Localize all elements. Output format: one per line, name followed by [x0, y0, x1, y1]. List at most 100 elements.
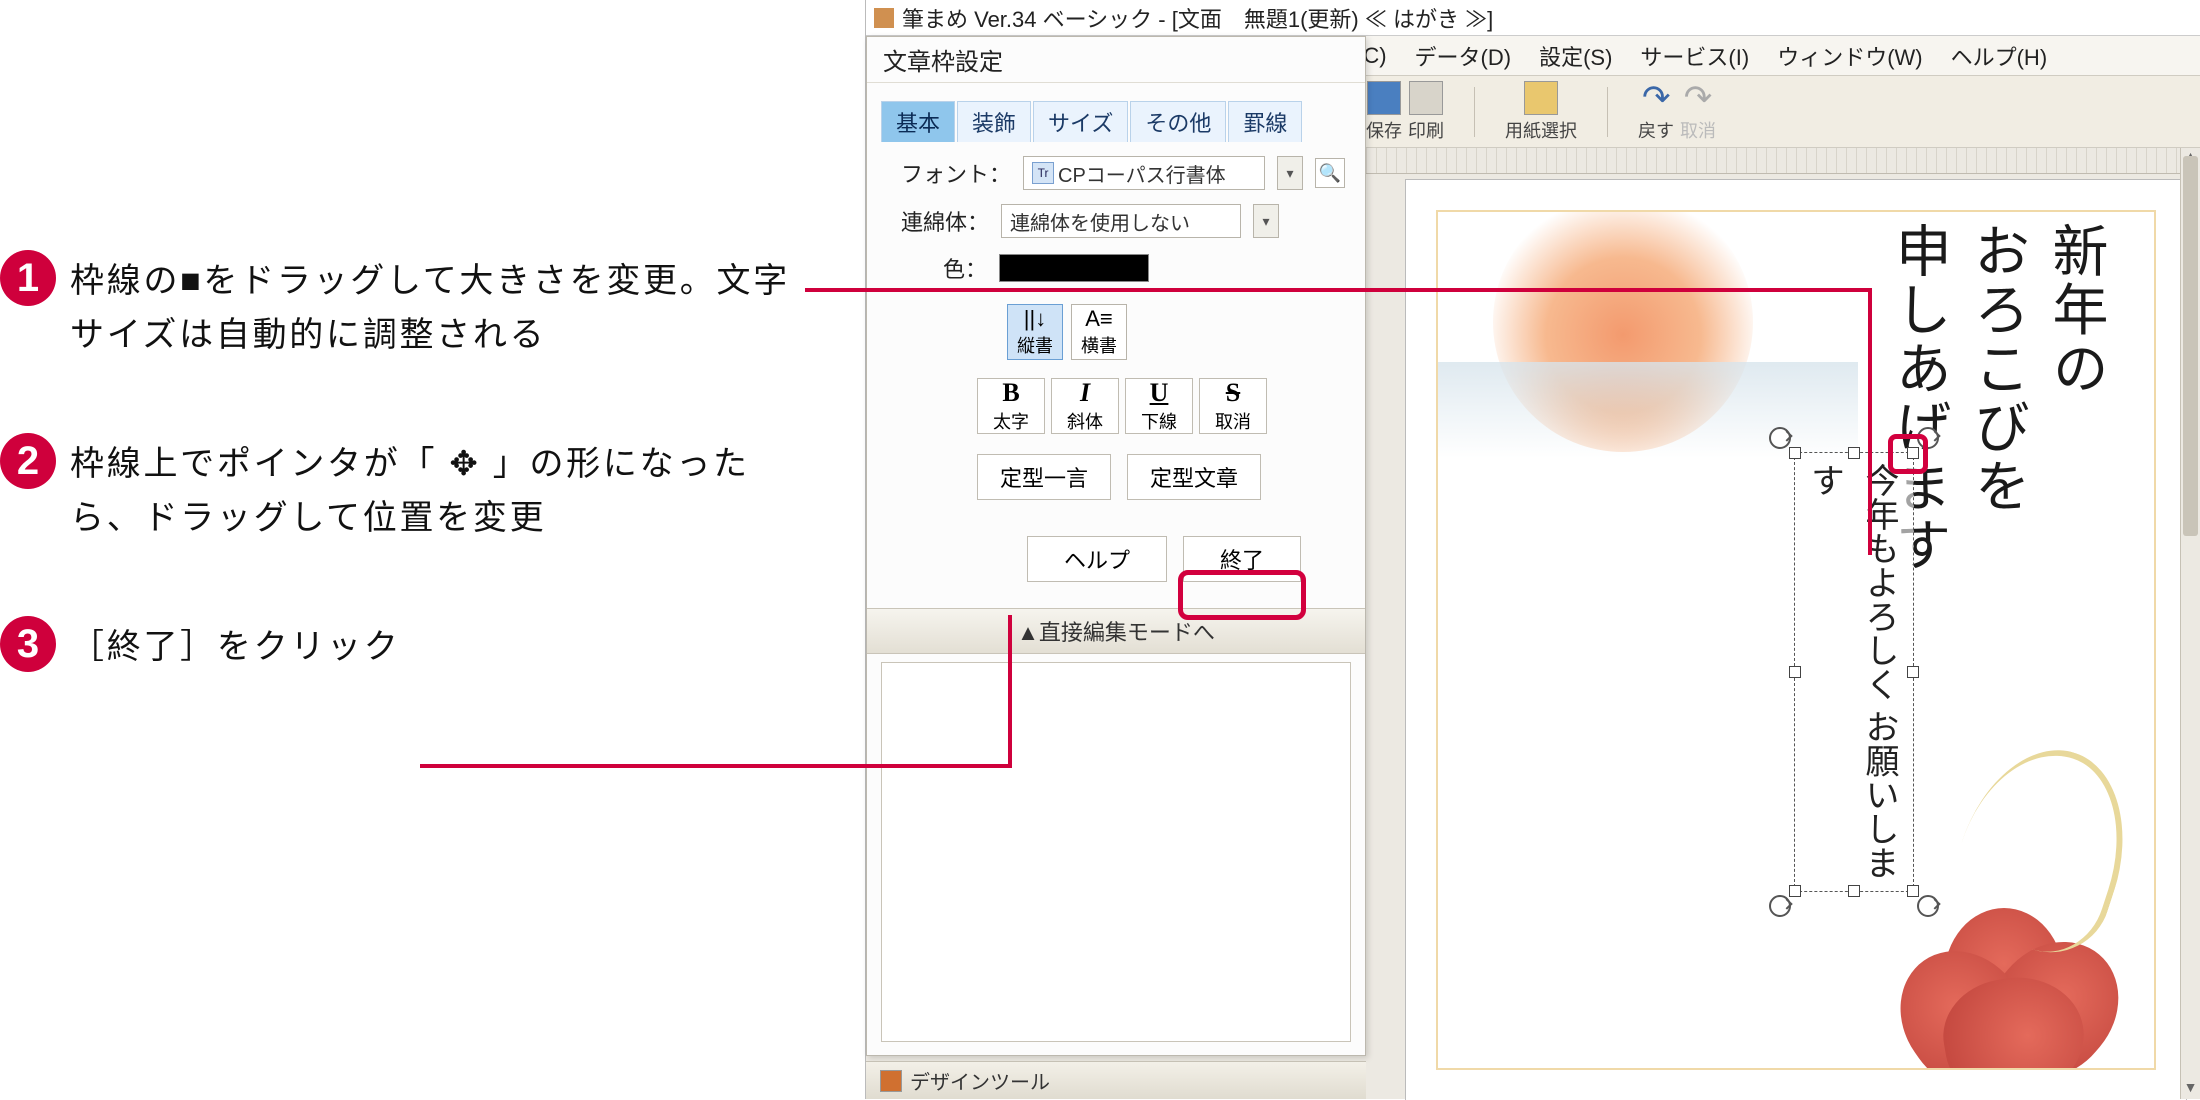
- tab-other[interactable]: その他: [1130, 101, 1226, 142]
- fixed-phrase-one-button[interactable]: 定型一言: [977, 454, 1111, 500]
- save-label: 保存: [1366, 117, 1402, 143]
- renmen-row: 連綿体： 連綿体を使用しない ▾: [867, 190, 1365, 238]
- app-icon: [874, 8, 894, 28]
- underline-button[interactable]: U 下線: [1125, 378, 1193, 434]
- truetype-icon: Tr: [1032, 162, 1054, 184]
- strikethrough-button[interactable]: S 取消: [1199, 378, 1267, 434]
- horizontal-writing-button[interactable]: A≡ 横書: [1071, 304, 1127, 360]
- undo-button[interactable]: ↶ 戻す: [1638, 81, 1674, 143]
- redo-icon: ↷: [1684, 81, 1713, 115]
- strike-icon: S: [1226, 378, 1240, 408]
- rotate-handle-tl-icon[interactable]: [1769, 427, 1791, 449]
- redo-button[interactable]: ↷ 取消: [1680, 81, 1716, 143]
- font-value: CPコーパス行書体: [1058, 159, 1226, 188]
- print-label: 印刷: [1408, 117, 1444, 143]
- vertical-label: 縦書: [1017, 332, 1053, 358]
- rotate-handle-tr-icon[interactable]: [1917, 427, 1939, 449]
- resize-handle-tl[interactable]: [1789, 447, 1801, 459]
- tab-basic[interactable]: 基本: [881, 101, 955, 142]
- menu-item[interactable]: 設定(S): [1539, 40, 1612, 72]
- vertical-scrollbar[interactable]: ▲ ▼: [2180, 148, 2200, 1099]
- paper-icon: [1524, 81, 1558, 115]
- menu-item[interactable]: データ(D): [1415, 40, 1512, 72]
- font-row: フォント： Tr CPコーパス行書体 ▾ 🔍: [867, 142, 1365, 190]
- underline-label: 下線: [1141, 408, 1177, 434]
- postcard-design: 新年の おろこびを 申しあげます 今年もよろしく お願いします: [1436, 210, 2156, 1070]
- bold-label: 太字: [993, 408, 1029, 434]
- palette-icon: [880, 1070, 902, 1092]
- save-button[interactable]: 保存: [1366, 81, 1402, 143]
- renmen-label: 連綿体：: [901, 205, 989, 237]
- resize-handle-ml[interactable]: [1789, 666, 1801, 678]
- print-button[interactable]: 印刷: [1408, 81, 1444, 143]
- strike-label: 取消: [1215, 408, 1251, 434]
- color-swatch[interactable]: [999, 254, 1149, 282]
- horizontal-label: 横書: [1081, 332, 1117, 358]
- menu-item[interactable]: ヘルプ(H): [1951, 40, 2048, 72]
- resize-handle-mr[interactable]: [1907, 666, 1919, 678]
- selected-text-frame[interactable]: 今年もよろしく お願いします: [1794, 452, 1914, 892]
- renmen-dropdown-arrow[interactable]: ▾: [1253, 204, 1279, 238]
- step-3-number: 3: [0, 616, 56, 672]
- save-icon: [1367, 81, 1401, 115]
- resize-handle-bl[interactable]: [1789, 885, 1801, 897]
- toolbar-separator: [1474, 87, 1475, 137]
- vertical-writing-button[interactable]: ||↓ 縦書: [1007, 304, 1063, 360]
- undo-icon: ↶: [1642, 81, 1671, 115]
- italic-icon: I: [1080, 378, 1090, 408]
- magnifier-icon: 🔍: [1319, 163, 1341, 184]
- renmen-combo[interactable]: 連綿体を使用しない: [1001, 204, 1241, 238]
- italic-button[interactable]: I 斜体: [1051, 378, 1119, 434]
- menu-bar[interactable]: (C) データ(D) 設定(S) サービス(I) ウィンドウ(W) ヘルプ(H): [1346, 36, 2200, 76]
- step-2-text: 枠線上でポインタが「 ✥ 」の形になったら、ドラッグして位置を変更: [70, 433, 810, 546]
- vertical-icon: ||↓: [1024, 306, 1046, 332]
- design-tool-label: デザインツール: [910, 1066, 1050, 1095]
- resize-handle-tm[interactable]: [1848, 447, 1860, 459]
- color-row: 色：: [867, 238, 1365, 284]
- rotate-handle-bl-icon[interactable]: [1769, 895, 1791, 917]
- step-1-text: 枠線の■をドラッグして大きさを変更。文字サイズは自動的に調整される: [70, 250, 810, 363]
- resize-handle-tr[interactable]: [1907, 447, 1919, 459]
- main-greeting-text: 新年の おろこびを 申しあげます: [1879, 222, 2114, 575]
- greeting-line: 新年の: [2044, 222, 2106, 398]
- text-frame-line: 今年もよろしく: [1860, 463, 1897, 701]
- toolbar-separator: [1607, 87, 1608, 137]
- bold-icon: B: [1002, 378, 1019, 408]
- dialog-preview-area: [881, 662, 1351, 1042]
- step-2: 2 枠線上でポインタが「 ✥ 」の形になったら、ドラッグして位置を変更: [0, 433, 810, 546]
- fixed-phrase-text-button[interactable]: 定型文章: [1127, 454, 1261, 500]
- font-label: フォント：: [901, 157, 1011, 189]
- resize-handle-bm[interactable]: [1848, 885, 1860, 897]
- font-search-button[interactable]: 🔍: [1315, 158, 1345, 188]
- document-canvas[interactable]: 新年の おろこびを 申しあげます 今年もよろしく お願いします: [1406, 180, 2186, 1100]
- text-direction-group: ||↓ 縦書 A≡ 横書: [867, 284, 1365, 360]
- window-titlebar: 筆まめ Ver.34 ベーシック - [文面 無題1(更新) ≪ はがき ≫]: [866, 0, 2200, 36]
- main-toolbar: 保存 印刷 用紙選択 ↶ 戻す ↷ 取消: [1346, 76, 2200, 148]
- scroll-down-icon[interactable]: ▼: [2181, 1079, 2200, 1099]
- tab-decoration[interactable]: 装飾: [957, 101, 1031, 142]
- scroll-thumb[interactable]: [2183, 156, 2198, 536]
- printer-icon: [1409, 81, 1443, 115]
- dialog-tabs: 基本 装飾 サイズ その他 罫線: [867, 83, 1365, 142]
- design-tool-tab[interactable]: デザインツール: [866, 1061, 1366, 1099]
- application-window: 筆まめ Ver.34 ベーシック - [文面 無題1(更新) ≪ はがき ≫] …: [865, 0, 2200, 1099]
- step-1-number: 1: [0, 250, 56, 306]
- paper-select-button[interactable]: 用紙選択: [1505, 81, 1577, 143]
- menu-item[interactable]: サービス(I): [1640, 40, 1749, 72]
- paper-select-label: 用紙選択: [1505, 117, 1577, 143]
- undo-label: 戻す: [1638, 117, 1674, 143]
- horizontal-icon: A≡: [1085, 306, 1113, 332]
- tab-size[interactable]: サイズ: [1033, 101, 1128, 142]
- font-dropdown-arrow[interactable]: ▾: [1277, 156, 1303, 190]
- font-combo[interactable]: Tr CPコーパス行書体: [1023, 156, 1265, 190]
- direct-edit-mode-bar[interactable]: ▲直接編集モードへ: [867, 608, 1365, 654]
- finish-button[interactable]: 終了: [1183, 536, 1301, 582]
- help-button[interactable]: ヘルプ: [1027, 536, 1167, 582]
- underline-icon: U: [1150, 378, 1169, 408]
- bold-button[interactable]: B 太字: [977, 378, 1045, 434]
- dialog-buttons: ヘルプ 終了: [867, 500, 1365, 582]
- menu-item[interactable]: ウィンドウ(W): [1777, 40, 1922, 72]
- text-frame-settings-dialog: 文章枠設定 基本 装飾 サイズ その他 罫線 フォント： Tr CPコーパス行書…: [866, 36, 1366, 1056]
- tab-border[interactable]: 罫線: [1228, 101, 1302, 142]
- window-title: 筆まめ Ver.34 ベーシック - [文面 無題1(更新) ≪ はがき ≫]: [902, 2, 1493, 34]
